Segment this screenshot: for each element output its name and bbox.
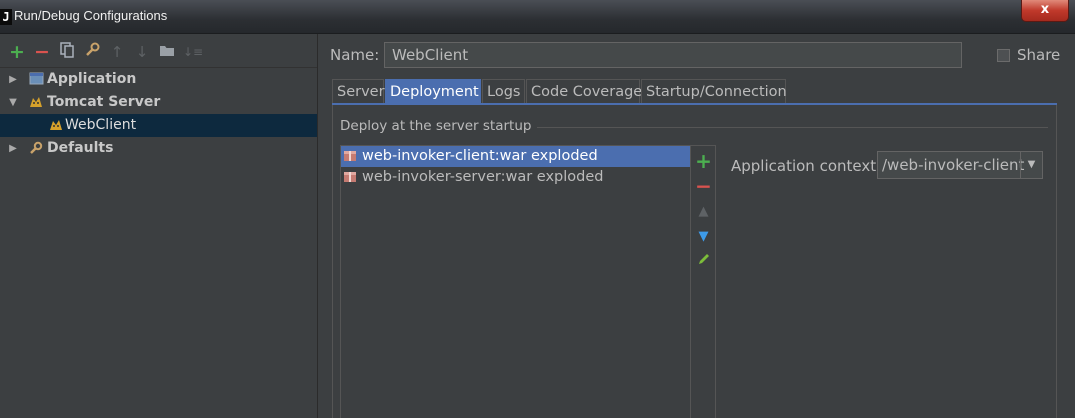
tomcat-icon	[48, 118, 64, 133]
tab-code-coverage[interactable]: Code Coverage	[526, 79, 642, 104]
share-checkbox[interactable]	[997, 49, 1010, 62]
tab-server[interactable]: Server	[332, 79, 385, 104]
name-field[interactable]: WebClient	[384, 42, 962, 68]
app-icon: J	[0, 9, 12, 25]
artifact-item[interactable]: web-invoker-server:war exploded	[341, 167, 690, 188]
copy-icon[interactable]	[58, 42, 76, 62]
move-up-icon[interactable]: ↑	[108, 42, 126, 62]
move-down-icon[interactable]: ↓	[133, 42, 151, 62]
close-button[interactable]: x	[1021, 0, 1069, 22]
remove-icon[interactable]: −	[33, 42, 51, 62]
configuration-editor: Name: WebClient Share Server Deployment …	[318, 34, 1075, 418]
sort-icon[interactable]: ↓≡	[183, 42, 203, 62]
move-up-icon[interactable]: ▲	[691, 202, 716, 222]
artifact-item[interactable]: web-invoker-client:war exploded	[341, 146, 690, 167]
application-context-value: /web-invoker-client	[882, 156, 1025, 174]
name-label: Name:	[330, 46, 380, 64]
collapse-arrow-icon[interactable]: ▼	[7, 91, 19, 114]
add-icon[interactable]: +	[8, 42, 26, 62]
add-artifact-icon[interactable]: +	[691, 151, 716, 171]
configurations-panel: + − ↑ ↓ ↓≡ ▶ Application ▼ Tomcat Server	[0, 34, 318, 418]
artifact-icon	[343, 149, 357, 163]
tree-item-label: Tomcat Server	[47, 94, 161, 110]
folder-icon[interactable]	[158, 42, 176, 62]
artifact-label: web-invoker-server:war exploded	[362, 169, 604, 185]
deployment-tab-content: Deploy at the server startup web-invoker…	[332, 105, 1057, 418]
group-title: Deploy at the server startup	[340, 118, 538, 134]
window-title: Run/Debug Configurations	[14, 8, 168, 23]
tab-deployment[interactable]: Deployment	[385, 79, 481, 104]
chevron-down-icon[interactable]: ▼	[1020, 152, 1042, 178]
artifact-toolbar: + − ▲ ▼	[691, 145, 716, 418]
tree-item-tomcat-server[interactable]: ▼ Tomcat Server	[0, 91, 317, 114]
tab-startup-connection[interactable]: Startup/Connection	[641, 79, 787, 104]
wrench-icon[interactable]	[83, 42, 101, 62]
share-label: Share	[1017, 46, 1061, 64]
configurations-toolbar: + − ↑ ↓ ↓≡	[0, 42, 318, 64]
tomcat-icon	[28, 95, 44, 110]
tree-item-webclient[interactable]: WebClient	[0, 114, 317, 137]
artifact-label: web-invoker-client:war exploded	[362, 148, 598, 164]
remove-artifact-icon[interactable]: −	[691, 176, 716, 196]
tree-item-application[interactable]: ▶ Application	[0, 68, 317, 91]
artifact-icon	[343, 170, 357, 184]
edit-pencil-icon[interactable]	[691, 252, 716, 272]
expand-arrow-icon[interactable]: ▶	[7, 137, 19, 160]
application-context-select[interactable]: /web-invoker-client ▼	[877, 151, 1043, 179]
wrench-icon	[28, 141, 44, 156]
title-bar: J Run/Debug Configurations x	[0, 0, 1075, 34]
move-down-icon[interactable]: ▼	[691, 227, 716, 247]
tab-logs[interactable]: Logs	[482, 79, 525, 104]
tree-item-label: Defaults	[47, 140, 114, 156]
artifact-list: web-invoker-client:war exploded web-invo…	[340, 145, 691, 418]
tree-item-label: Application	[47, 71, 137, 87]
expand-arrow-icon[interactable]: ▶	[7, 68, 19, 91]
tree-item-defaults[interactable]: ▶ Defaults	[0, 137, 317, 160]
configurations-tree: ▶ Application ▼ Tomcat Server WebClient …	[0, 67, 317, 418]
tree-item-label: WebClient	[65, 117, 137, 133]
application-icon	[28, 72, 44, 87]
application-context-label: Application context:	[731, 157, 882, 175]
